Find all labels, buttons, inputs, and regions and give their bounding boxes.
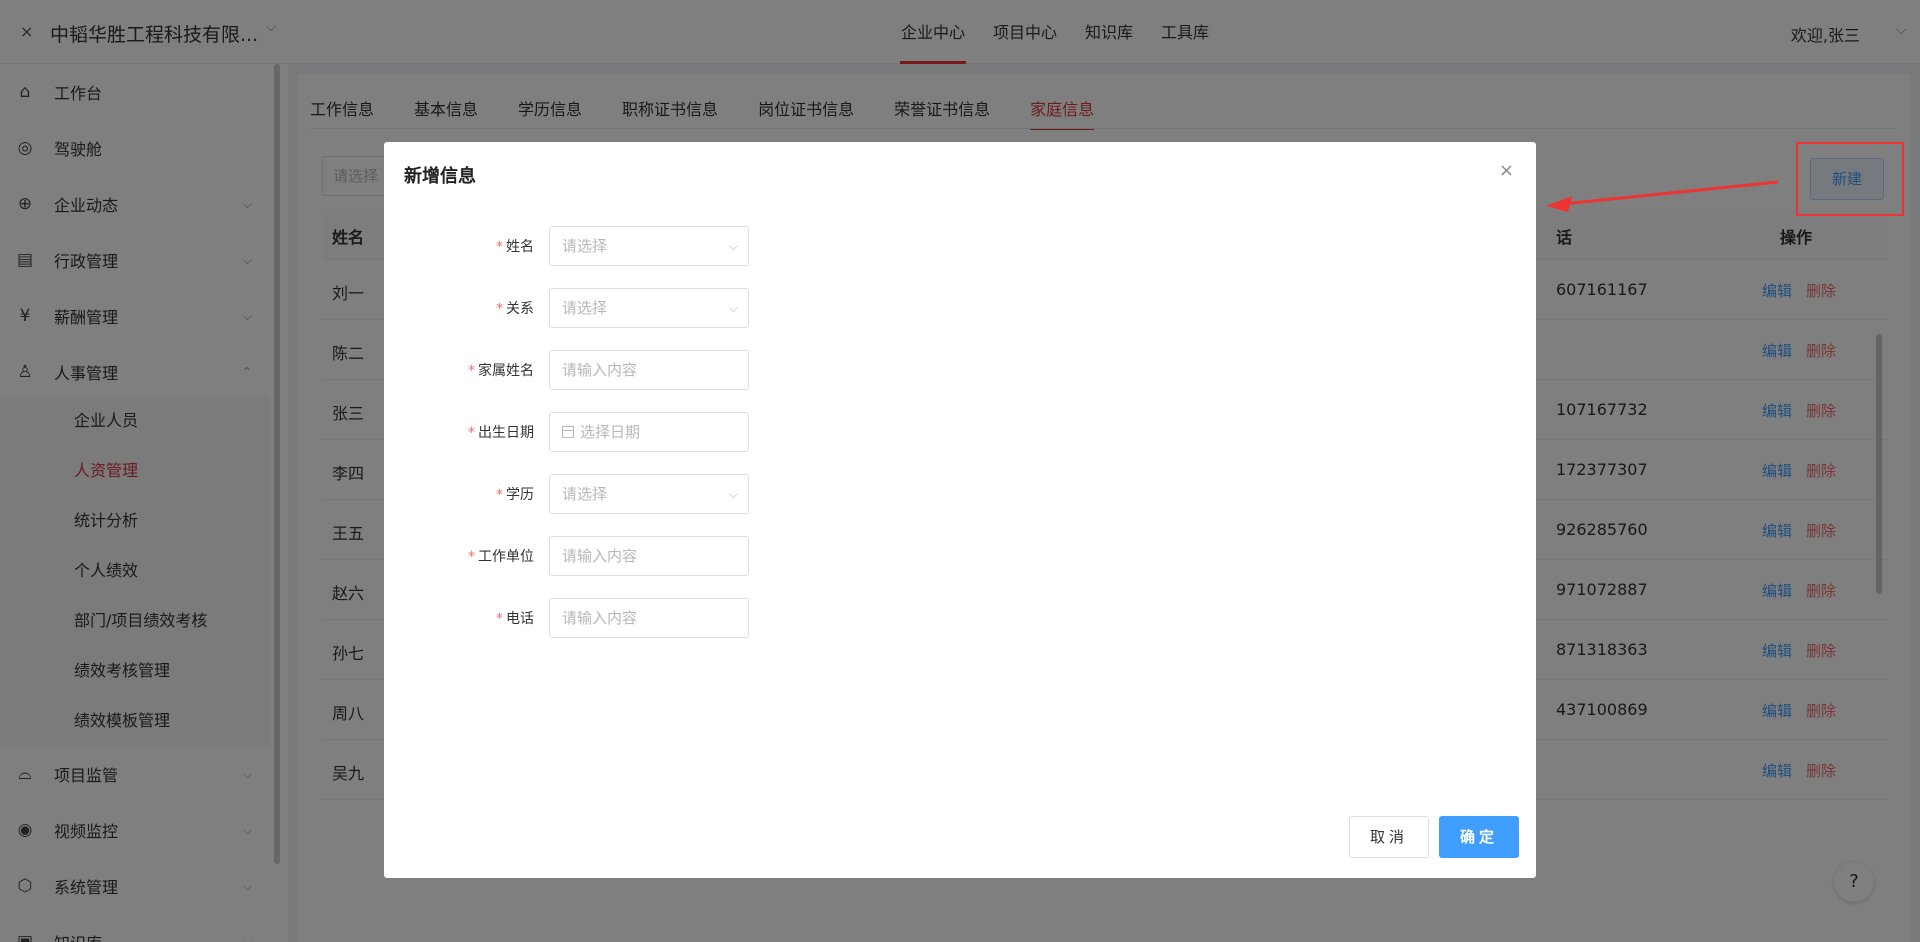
field-label: * 关系 bbox=[496, 298, 534, 318]
family-name-input[interactable]: 请输入内容 bbox=[549, 350, 749, 390]
required-mark: * bbox=[468, 549, 475, 565]
confirm-button[interactable]: 确定 bbox=[1439, 816, 1519, 858]
dialog-title: 新增信息 bbox=[404, 166, 476, 187]
input-placeholder: 请输入内容 bbox=[562, 361, 638, 379]
field-label: * 家属姓名 bbox=[468, 360, 534, 380]
name-select[interactable]: 请选择 ⌵ bbox=[549, 226, 749, 266]
calendar-icon bbox=[562, 426, 574, 438]
field-label: * 工作单位 bbox=[468, 546, 534, 566]
close-icon[interactable]: × bbox=[1499, 160, 1514, 181]
select-placeholder: 请选择 bbox=[562, 485, 608, 503]
field-label-text: 学历 bbox=[506, 487, 534, 503]
required-mark: * bbox=[468, 425, 475, 441]
annotation-highlight-box bbox=[1796, 142, 1904, 216]
chevron-down-icon: ⌵ bbox=[728, 487, 738, 501]
chevron-down-icon: ⌵ bbox=[728, 301, 738, 315]
form-row-employer: * 工作单位 请输入内容 bbox=[384, 536, 984, 576]
relation-select[interactable]: 请选择 ⌵ bbox=[549, 288, 749, 328]
form-row-family-name: * 家属姓名 请输入内容 bbox=[384, 350, 984, 390]
field-label-text: 工作单位 bbox=[478, 549, 534, 565]
field-label: * 电话 bbox=[496, 608, 534, 628]
cancel-button[interactable]: 取消 bbox=[1349, 816, 1429, 858]
employer-input[interactable]: 请输入内容 bbox=[549, 536, 749, 576]
field-label: * 姓名 bbox=[496, 236, 534, 256]
phone-input[interactable]: 请输入内容 bbox=[549, 598, 749, 638]
form-row-birth-date: * 出生日期 选择日期 bbox=[384, 412, 984, 452]
required-mark: * bbox=[496, 301, 503, 317]
form-row-phone: * 电话 请输入内容 bbox=[384, 598, 984, 638]
birth-date-picker[interactable]: 选择日期 bbox=[549, 412, 749, 452]
field-label-text: 家属姓名 bbox=[478, 363, 534, 379]
required-mark: * bbox=[496, 611, 503, 627]
required-mark: * bbox=[496, 239, 503, 255]
form-row-relation: * 关系 请选择 ⌵ bbox=[384, 288, 984, 328]
field-label: * 学历 bbox=[496, 484, 534, 504]
date-placeholder: 选择日期 bbox=[580, 423, 641, 441]
field-label-text: 电话 bbox=[506, 611, 534, 627]
select-placeholder: 请选择 bbox=[562, 299, 608, 317]
required-mark: * bbox=[468, 363, 475, 379]
education-select[interactable]: 请选择 ⌵ bbox=[549, 474, 749, 514]
form-row-name: * 姓名 请选择 ⌵ bbox=[384, 226, 984, 266]
field-label-text: 关系 bbox=[506, 301, 534, 317]
add-info-dialog: 新增信息 × * 姓名 请选择 ⌵ * 关系 请选择 ⌵ * 家属姓名 请输入内容 *… bbox=[384, 142, 1536, 878]
input-placeholder: 请输入内容 bbox=[562, 547, 638, 565]
input-placeholder: 请输入内容 bbox=[562, 609, 638, 627]
field-label-text: 姓名 bbox=[506, 239, 534, 255]
required-mark: * bbox=[496, 487, 503, 503]
chevron-down-icon: ⌵ bbox=[728, 239, 738, 253]
field-label-text: 出生日期 bbox=[478, 425, 534, 441]
form-row-education: * 学历 请选择 ⌵ bbox=[384, 474, 984, 514]
field-label: * 出生日期 bbox=[468, 422, 534, 442]
select-placeholder: 请选择 bbox=[562, 237, 608, 255]
